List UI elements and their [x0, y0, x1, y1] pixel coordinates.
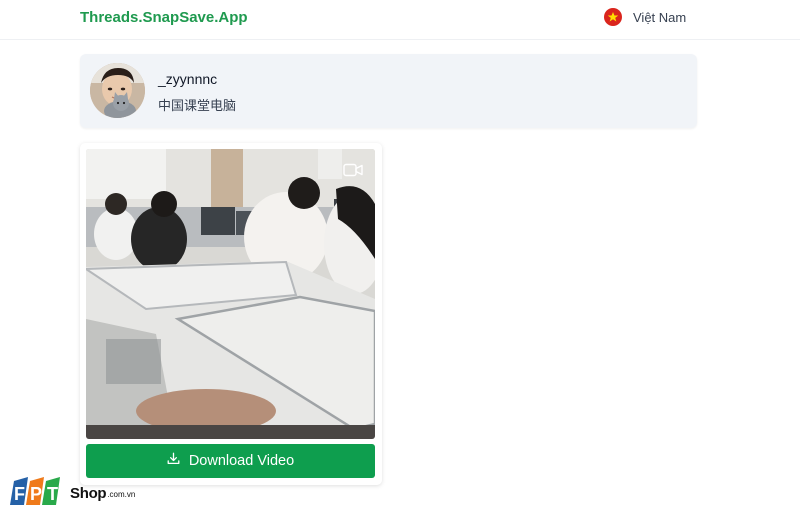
svg-text:P: P: [30, 484, 42, 504]
profile-username: _zyynnnc: [158, 71, 218, 87]
video-thumbnail[interactable]: [86, 149, 375, 439]
download-video-label: Download Video: [188, 453, 295, 469]
watermark-domain: .com.vn: [107, 490, 136, 499]
avatar: [90, 63, 145, 118]
download-video-button[interactable]: Download Video: [86, 444, 375, 478]
language-label: Việt Nam: [633, 9, 687, 25]
media-card: Download Video: [80, 143, 382, 485]
fptshop-watermark: F P T Shop .com.vn: [8, 476, 135, 510]
profile-card: _zyynnnc 中国课堂电脑: [80, 54, 697, 128]
post-caption: 中国课堂电脑: [158, 98, 237, 113]
language-selector[interactable]: Việt Nam: [604, 8, 686, 26]
vietnam-flag-icon: [604, 8, 622, 26]
svg-text:T: T: [47, 484, 58, 504]
brand-link[interactable]: Threads.SnapSave.App: [80, 9, 248, 26]
video-camera-icon: [343, 163, 363, 182]
fpt-logo: F P T: [8, 475, 64, 512]
download-icon: [167, 452, 180, 470]
watermark-shop: Shop: [70, 484, 107, 502]
top-bar: Threads.SnapSave.App Việt Nam: [0, 0, 800, 40]
svg-text:F: F: [14, 484, 25, 504]
